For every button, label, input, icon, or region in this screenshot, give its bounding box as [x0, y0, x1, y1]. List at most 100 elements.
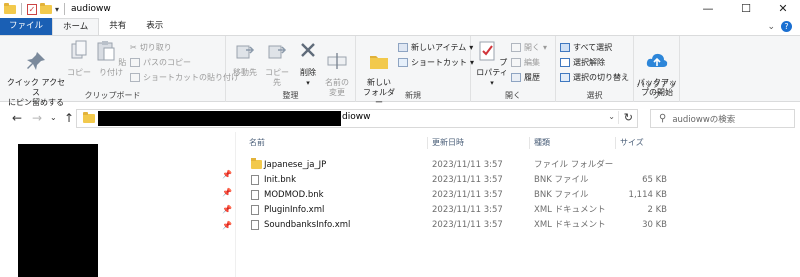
- refresh-icon[interactable]: ↻: [617, 111, 633, 124]
- copy-to-icon: [268, 45, 287, 59]
- divider: [64, 3, 66, 15]
- xml-file-icon: [251, 220, 259, 230]
- invert-selection-button[interactable]: 選択の切り替え: [560, 72, 629, 83]
- tab-home[interactable]: ホーム: [52, 18, 100, 35]
- file-date: 2023/11/11 3:57: [432, 205, 503, 215]
- up-arrow-icon[interactable]: ↑: [64, 110, 74, 126]
- folder-icon: [83, 112, 95, 123]
- customize-dropdown-icon[interactable]: ▾: [55, 5, 59, 14]
- column-header-date[interactable]: 更新日時: [432, 136, 464, 150]
- paste-shortcut-button[interactable]: ショートカットの貼り付け: [130, 72, 239, 83]
- search-box[interactable]: ⚲ audiowwの検索: [650, 109, 795, 128]
- file-row[interactable]: Init.bnk 2023/11/11 3:57 BNK ファイル 65 KB: [237, 173, 800, 187]
- properties-button[interactable]: プロパティ ▾: [475, 40, 509, 88]
- file-row[interactable]: MODMOD.bnk 2023/11/11 3:57 BNK ファイル 1,11…: [237, 188, 800, 202]
- tab-file[interactable]: ファイル: [0, 18, 53, 35]
- help-icon[interactable]: ?: [781, 21, 792, 32]
- file-size: 30 KB: [642, 220, 667, 230]
- tab-share[interactable]: 共有: [99, 18, 136, 35]
- file-name: PluginInfo.xml: [264, 205, 325, 215]
- file-size: 2 KB: [647, 205, 667, 215]
- delete-button[interactable]: 削除 ▾: [296, 40, 320, 88]
- address-row: ← → ⌄ ↑ dioww ⌄ ↻ ⚲ audiowwの検索: [0, 106, 800, 130]
- close-icon[interactable]: ✕: [768, 0, 798, 18]
- file-row[interactable]: SoundbanksInfo.xml 2023/11/11 3:57 XML ド…: [237, 218, 800, 232]
- quick-access-toolbar: ✓ ▾: [0, 2, 67, 15]
- copy-path-button[interactable]: パスのコピー: [130, 57, 191, 68]
- file-icon: [251, 190, 259, 200]
- select-all-icon: [560, 43, 570, 52]
- backup-group: バックアッ プの開始 バックアップ: [634, 36, 680, 102]
- organize-group: 移動先 コピー先 削除 ▾ 名前の 変更 整理: [226, 36, 356, 102]
- new-folder-icon[interactable]: [40, 2, 52, 14]
- delete-dropdown-icon[interactable]: ▾: [296, 78, 320, 88]
- select-none-button[interactable]: 選択解除: [560, 57, 605, 68]
- window-title: audioww: [71, 4, 111, 14]
- shortcut-button[interactable]: ショートカット ▾: [398, 57, 474, 68]
- redacted-navigation: [18, 144, 98, 277]
- shortcut-icon: [398, 58, 408, 67]
- column-header-type[interactable]: 種類: [534, 136, 550, 150]
- recent-locations-icon[interactable]: ⌄: [50, 110, 57, 126]
- invert-selection-icon: [560, 73, 570, 82]
- open-icon: [511, 43, 521, 52]
- cut-button[interactable]: ✂ 切り取り: [130, 42, 172, 53]
- file-date: 2023/11/11 3:57: [432, 220, 503, 230]
- copy-icon: [71, 40, 87, 59]
- divider: [21, 3, 22, 15]
- select-all-button[interactable]: すべて選択: [560, 42, 612, 53]
- properties-check-icon[interactable]: ✓: [27, 3, 37, 15]
- navigation-pane[interactable]: 📌 📌 📌 📌: [0, 132, 236, 277]
- column-header-size[interactable]: サイズ: [620, 136, 644, 150]
- open-button[interactable]: 開く ▾: [511, 42, 547, 53]
- clipboard-group: クイック アクセス にピン留めする コピー 貼り付け ✂ 切り取り パスのコピー…: [0, 36, 239, 107]
- cloud-upload-icon: [646, 53, 668, 67]
- path-icon: [130, 58, 140, 67]
- pin-icon: 📌: [222, 170, 232, 179]
- properties-dropdown-icon[interactable]: ▾: [475, 78, 509, 88]
- paste-button[interactable]: 貼り付け: [94, 40, 128, 78]
- select-group: すべて選択 選択解除 選択の切り替え 選択: [556, 36, 634, 102]
- column-header-name[interactable]: 名前: [249, 136, 265, 150]
- expand-ribbon-icon[interactable]: ⌄: [767, 22, 775, 32]
- forward-arrow-icon[interactable]: →: [32, 110, 42, 126]
- copy-to-button[interactable]: コピー先: [262, 40, 292, 88]
- file-icon: [251, 175, 259, 185]
- move-to-button[interactable]: 移動先: [230, 40, 260, 78]
- open-group-label: 開く: [505, 91, 521, 100]
- file-row[interactable]: Japanese_ja_JP 2023/11/11 3:57 ファイル フォルダ…: [237, 158, 800, 172]
- column-divider[interactable]: [529, 137, 530, 149]
- file-type: BNK ファイル: [534, 190, 589, 200]
- minimize-icon[interactable]: —: [693, 0, 723, 18]
- organize-group-label: 整理: [282, 91, 299, 100]
- back-arrow-icon[interactable]: ←: [12, 110, 22, 126]
- edit-button[interactable]: 編集: [511, 57, 540, 68]
- file-name: Init.bnk: [264, 175, 296, 185]
- file-type: XML ドキュメント: [534, 205, 606, 215]
- pin-icon: 📌: [222, 221, 232, 230]
- history-icon: [511, 73, 521, 82]
- file-size: 65 KB: [642, 175, 667, 185]
- new-group-label: 新規: [405, 91, 421, 100]
- history-button[interactable]: 履歴: [511, 72, 540, 83]
- copy-button[interactable]: コピー: [66, 40, 92, 78]
- column-divider[interactable]: [615, 137, 616, 149]
- new-item-button[interactable]: 新しいアイテム ▾: [398, 42, 473, 53]
- select-group-label: 選択: [586, 91, 603, 100]
- address-dropdown-icon[interactable]: ⌄: [608, 112, 615, 121]
- move-to-icon: [236, 45, 255, 59]
- title-bar: ✓ ▾ audioww — ☐ ✕: [0, 0, 800, 18]
- file-row[interactable]: PluginInfo.xml 2023/11/11 3:57 XML ドキュメン…: [237, 203, 800, 217]
- tab-view[interactable]: 表示: [136, 18, 173, 35]
- file-date: 2023/11/11 3:57: [432, 160, 503, 170]
- search-icon: ⚲: [659, 113, 667, 124]
- paste-icon: [97, 41, 115, 61]
- backup-group-label: バックアップ: [636, 80, 677, 100]
- file-size: 1,114 KB: [628, 190, 667, 200]
- pin-icon: 📌: [222, 205, 232, 214]
- address-bar[interactable]: dioww ⌄ ↻: [76, 109, 638, 128]
- maximize-icon[interactable]: ☐: [731, 0, 761, 18]
- address-path: dioww: [342, 112, 371, 122]
- properties-icon: [479, 41, 495, 61]
- column-divider[interactable]: [427, 137, 428, 149]
